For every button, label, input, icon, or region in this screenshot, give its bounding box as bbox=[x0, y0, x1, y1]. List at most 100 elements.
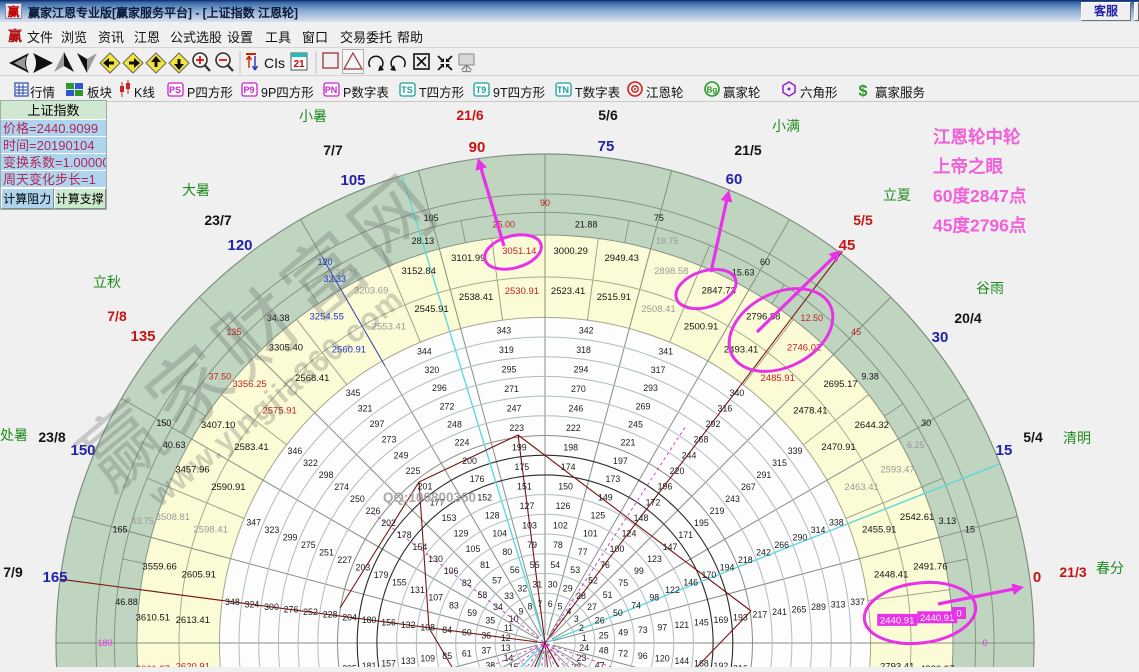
svg-text:109: 109 bbox=[420, 653, 435, 663]
svg-text:227: 227 bbox=[337, 555, 352, 565]
svg-text:2793.41: 2793.41 bbox=[880, 661, 914, 667]
svg-text:132: 132 bbox=[401, 620, 416, 630]
svg-text:348: 348 bbox=[225, 597, 240, 607]
svg-text:90: 90 bbox=[540, 198, 550, 208]
svg-text:337: 337 bbox=[850, 597, 865, 607]
svg-text:2455.91: 2455.91 bbox=[862, 525, 896, 536]
svg-text:135: 135 bbox=[130, 328, 155, 345]
svg-text:2949.43: 2949.43 bbox=[605, 253, 639, 264]
svg-text:2491.76: 2491.76 bbox=[913, 562, 947, 573]
svg-text:15: 15 bbox=[509, 662, 519, 667]
svg-text:244: 244 bbox=[682, 450, 697, 460]
svg-text:5/4: 5/4 bbox=[1023, 429, 1043, 445]
svg-text:169: 169 bbox=[714, 615, 729, 625]
svg-text:85: 85 bbox=[442, 651, 452, 661]
svg-text:276: 276 bbox=[284, 605, 299, 615]
svg-text:76: 76 bbox=[600, 560, 610, 570]
svg-text:30: 30 bbox=[548, 579, 558, 589]
svg-text:225: 225 bbox=[406, 466, 421, 476]
svg-text:121: 121 bbox=[674, 620, 689, 630]
svg-text:23/8: 23/8 bbox=[38, 429, 65, 445]
svg-text:321: 321 bbox=[358, 404, 373, 414]
svg-text:上帝之眼: 上帝之眼 bbox=[933, 157, 1003, 177]
svg-text:271: 271 bbox=[504, 384, 519, 394]
svg-text:2898.58: 2898.58 bbox=[654, 266, 688, 277]
svg-text:193: 193 bbox=[733, 612, 748, 622]
svg-text:2: 2 bbox=[579, 623, 584, 633]
svg-text:101: 101 bbox=[583, 529, 598, 539]
svg-text:291: 291 bbox=[757, 470, 772, 480]
svg-text:97: 97 bbox=[657, 623, 667, 633]
svg-text:75: 75 bbox=[598, 138, 615, 155]
svg-text:105: 105 bbox=[340, 172, 365, 189]
svg-text:33: 33 bbox=[504, 591, 514, 601]
svg-text:2598.41: 2598.41 bbox=[194, 525, 228, 536]
svg-text:谷雨: 谷雨 bbox=[976, 280, 1004, 296]
svg-text:199: 199 bbox=[512, 443, 527, 453]
svg-text:37: 37 bbox=[481, 646, 491, 656]
svg-text:344: 344 bbox=[417, 347, 432, 357]
svg-text:268: 268 bbox=[694, 435, 709, 445]
svg-text:192: 192 bbox=[714, 661, 729, 667]
svg-text:25: 25 bbox=[599, 630, 609, 640]
svg-text:18.75: 18.75 bbox=[656, 236, 679, 246]
svg-text:2508.41: 2508.41 bbox=[641, 304, 675, 315]
svg-text:2613.41: 2613.41 bbox=[176, 615, 210, 626]
svg-text:2545.91: 2545.91 bbox=[414, 304, 448, 315]
svg-text:处暑: 处暑 bbox=[0, 427, 28, 443]
svg-text:266: 266 bbox=[774, 540, 789, 550]
svg-text:247: 247 bbox=[507, 404, 522, 414]
svg-text:50: 50 bbox=[613, 608, 623, 618]
svg-text:$: $ bbox=[859, 83, 868, 100]
svg-text:314: 314 bbox=[811, 525, 826, 535]
svg-text:9.38: 9.38 bbox=[861, 371, 879, 381]
svg-text:316: 316 bbox=[718, 404, 733, 414]
svg-text:7: 7 bbox=[537, 599, 542, 609]
svg-text:T9: T9 bbox=[476, 85, 487, 95]
svg-text:79: 79 bbox=[527, 540, 537, 550]
svg-text:105: 105 bbox=[466, 544, 481, 554]
svg-text:146: 146 bbox=[683, 578, 698, 588]
svg-text:2470.91: 2470.91 bbox=[821, 442, 855, 453]
svg-text:292: 292 bbox=[706, 419, 721, 429]
svg-text:317: 317 bbox=[651, 365, 666, 375]
svg-text:290: 290 bbox=[793, 532, 808, 542]
svg-text:179: 179 bbox=[374, 570, 389, 580]
svg-text:295: 295 bbox=[502, 365, 517, 375]
svg-text:265: 265 bbox=[792, 605, 807, 615]
svg-text:3051.14: 3051.14 bbox=[502, 246, 536, 257]
svg-text:243: 243 bbox=[725, 494, 740, 504]
svg-text:21.88: 21.88 bbox=[575, 220, 598, 230]
svg-text:75: 75 bbox=[654, 213, 664, 223]
svg-text:96: 96 bbox=[638, 651, 648, 661]
svg-text:128: 128 bbox=[485, 511, 500, 521]
svg-text:345: 345 bbox=[346, 388, 361, 398]
svg-text:202: 202 bbox=[381, 518, 396, 528]
svg-text:5: 5 bbox=[558, 602, 563, 612]
svg-text:3: 3 bbox=[574, 614, 579, 624]
svg-text:56: 56 bbox=[510, 565, 520, 575]
svg-text:24: 24 bbox=[579, 643, 589, 653]
svg-text:20/4: 20/4 bbox=[954, 310, 981, 326]
svg-text:7/8: 7/8 bbox=[107, 308, 127, 324]
svg-text:7/7: 7/7 bbox=[323, 142, 343, 158]
svg-text:98: 98 bbox=[649, 593, 659, 603]
svg-text:151: 151 bbox=[517, 482, 532, 492]
svg-text:PN: PN bbox=[325, 85, 338, 95]
svg-text:131: 131 bbox=[410, 585, 425, 595]
svg-text:165: 165 bbox=[42, 569, 67, 586]
svg-text:270: 270 bbox=[571, 384, 586, 394]
svg-text:342: 342 bbox=[579, 325, 594, 335]
svg-text:大暑: 大暑 bbox=[182, 182, 210, 198]
svg-text:120: 120 bbox=[227, 237, 252, 254]
svg-text:3508.81: 3508.81 bbox=[156, 512, 190, 523]
svg-text:75: 75 bbox=[618, 578, 628, 588]
svg-text:2500.91: 2500.91 bbox=[684, 322, 718, 333]
svg-text:74: 74 bbox=[631, 600, 641, 610]
svg-text:275: 275 bbox=[301, 540, 316, 550]
svg-text:346: 346 bbox=[288, 446, 303, 456]
svg-text:60: 60 bbox=[760, 257, 770, 267]
svg-text:245: 245 bbox=[628, 420, 643, 430]
svg-text:81: 81 bbox=[480, 560, 490, 570]
svg-text:59: 59 bbox=[467, 608, 477, 618]
